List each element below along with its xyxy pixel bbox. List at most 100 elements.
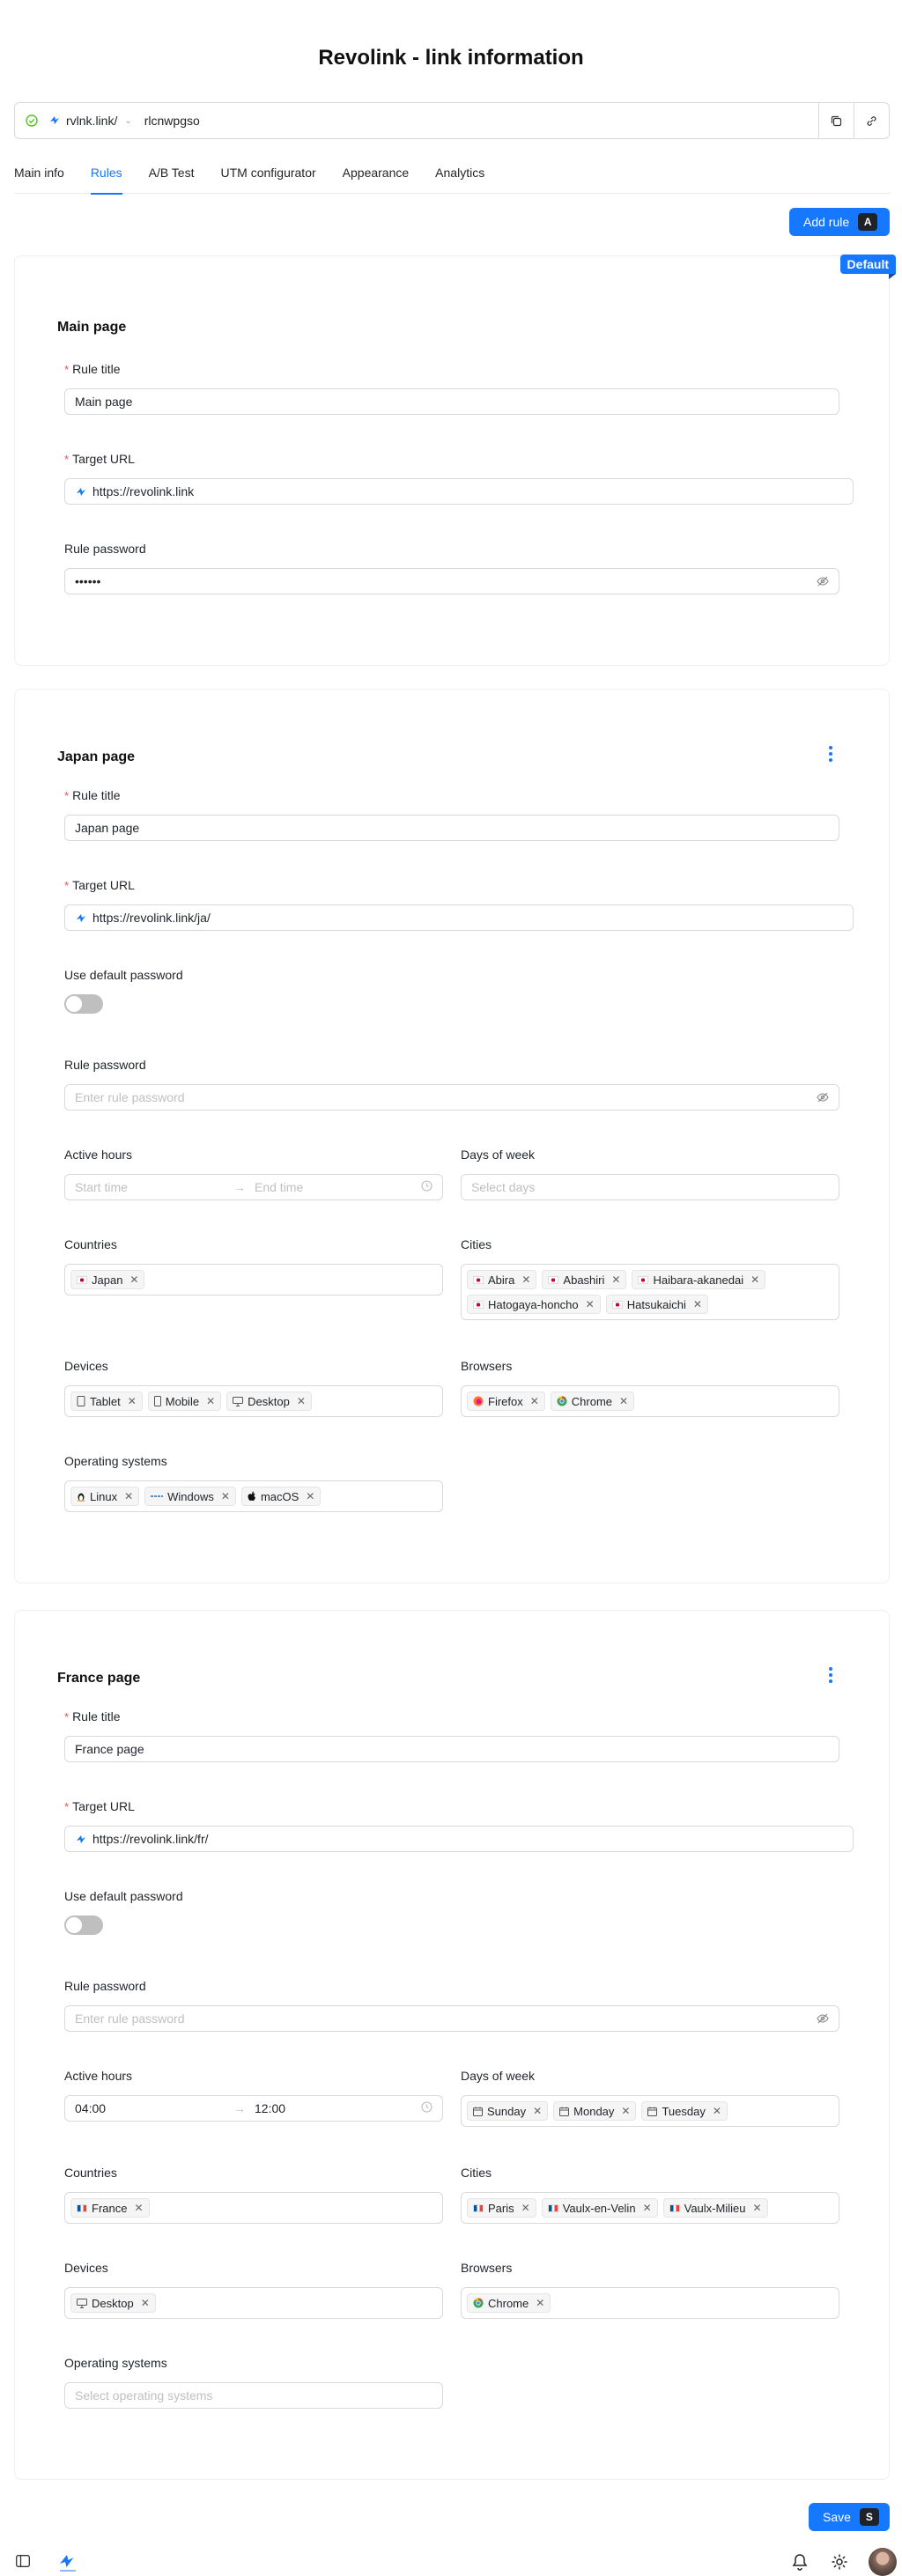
rule-password-input[interactable]: •••••• [64,568,839,594]
use-default-password-toggle[interactable] [64,1915,103,1935]
revolink-logo-icon [48,114,61,129]
domain-select[interactable]: rvlnk.link/ [48,114,124,129]
days-of-week-select[interactable]: Sunday ✕ Monday ✕ Tuesday ✕ [461,2095,839,2127]
close-icon[interactable]: ✕ [586,1298,595,1310]
password-placeholder: Enter rule password [75,1090,185,1104]
tag-label: Abira [488,1273,515,1287]
tag-label: Haibara-akanedai [653,1273,744,1287]
use-default-password-toggle[interactable] [64,994,103,1014]
rule-title-field: * Rule title Main page [64,362,839,415]
rule-title-input[interactable]: Main page [64,388,839,415]
active-hours-picker[interactable]: Start time → End time [64,1174,443,1200]
more-vertical-icon[interactable] [825,1667,836,1683]
rule-password-field: Rule password Enter rule password [64,1058,839,1111]
rule-password-label: Rule password [64,1058,146,1072]
city-tag: Haibara-akanedai ✕ [632,1270,766,1289]
windows-icon [151,1495,164,1497]
close-icon[interactable]: ✕ [521,1273,530,1286]
close-icon[interactable]: ✕ [530,1395,539,1407]
countries-select[interactable]: France ✕ [64,2192,443,2224]
calendar-icon [473,2107,483,2116]
gear-icon[interactable] [831,2553,848,2573]
close-icon[interactable]: ✕ [521,2202,530,2214]
rule-title-input[interactable]: France page [64,1736,839,1762]
rule-title-label: Rule title [72,1709,121,1723]
operating-systems-select[interactable]: Select operating systems [64,2382,443,2409]
close-icon[interactable]: ✕ [752,2202,761,2214]
close-icon[interactable]: ✕ [297,1395,306,1407]
eye-invisible-icon[interactable] [817,575,829,587]
close-icon[interactable]: ✕ [713,2105,721,2117]
sidebar-toggle-icon[interactable] [16,2555,30,2570]
close-icon[interactable]: ✕ [206,1395,215,1407]
eye-invisible-icon[interactable] [817,1091,829,1103]
rule-title-input[interactable]: Japan page [64,815,839,841]
tag-label: Chrome [571,1394,613,1408]
devices-select[interactable]: Tablet ✕ Mobile ✕ Desktop ✕ [64,1385,443,1417]
active-hours-label: Active hours [64,2069,133,2083]
avatar[interactable] [869,2548,897,2576]
add-rule-button[interactable]: Add rule A [789,208,890,236]
target-url-input[interactable]: https://revolink.link [64,478,854,505]
rule-password-input[interactable]: Enter rule password [64,2005,839,2032]
share-link-button[interactable] [854,103,889,138]
close-icon[interactable]: ✕ [134,2202,143,2214]
target-url-input[interactable]: https://revolink.link/fr/ [64,1826,854,1852]
devices-label: Devices [64,2261,108,2275]
close-icon[interactable]: ✕ [141,2297,150,2309]
save-button[interactable]: Save S [809,2503,890,2531]
calendar-icon [647,2107,658,2116]
operating-systems-select[interactable]: Linux ✕ Windows ✕ macOS ✕ [64,1480,443,1512]
browsers-select[interactable]: Chrome ✕ [461,2287,839,2319]
tab-analytics[interactable]: Analytics [435,164,484,194]
active-hours-picker[interactable]: 04:00 → 12:00 [64,2095,443,2122]
tab-appearance[interactable]: Appearance [343,164,410,194]
close-icon[interactable]: ✕ [221,1490,230,1502]
check-circle-icon [15,114,48,127]
close-icon[interactable]: ✕ [536,2297,544,2309]
days-of-week-select[interactable]: Select days [461,1174,839,1200]
revolink-logo-icon[interactable] [58,2551,78,2575]
tab-ab-test[interactable]: A/B Test [149,164,195,194]
countries-field: Countries Japan ✕ [64,1237,443,1295]
close-icon[interactable]: ✕ [693,1298,702,1310]
chrome-icon [557,1396,567,1406]
rule-password-label: Rule password [64,1979,146,1993]
rule-password-field: Rule password •••••• [64,542,839,594]
close-icon[interactable]: ✕ [129,1273,138,1286]
close-icon[interactable]: ✕ [619,1395,628,1407]
devices-label: Devices [64,1359,108,1373]
tab-rules[interactable]: Rules [90,164,122,195]
tab-main-info[interactable]: Main info [14,164,64,194]
close-icon[interactable]: ✕ [621,2105,630,2117]
chevron-down-icon[interactable]: ⌄ [124,116,131,126]
browsers-select[interactable]: Firefox ✕ Chrome ✕ [461,1385,839,1417]
eye-invisible-icon[interactable] [817,2012,829,2025]
close-icon[interactable]: ✕ [750,1273,759,1286]
countries-select[interactable]: Japan ✕ [64,1264,443,1295]
shortcut-badge: A [858,213,878,231]
cities-select[interactable]: Abira ✕ Abashiri ✕ Haibara-akanedai ✕ Hatog… [461,1264,839,1320]
close-icon[interactable]: ✕ [128,1395,137,1407]
cities-select[interactable]: Paris ✕ Vaulx-en-Velin ✕ Vaulx-Milieu ✕ [461,2192,839,2224]
target-url-field: * Target URL https://revolink.link/fr/ [64,1799,854,1852]
bell-icon[interactable] [791,2553,809,2573]
slug-input[interactable]: rlcnwpgso [144,114,818,128]
close-icon[interactable]: ✕ [611,1273,620,1286]
japan-flag-icon [548,1275,559,1284]
close-icon[interactable]: ✕ [533,2105,542,2117]
close-icon[interactable]: ✕ [306,1490,314,1502]
rule-password-input[interactable]: Enter rule password [64,1084,839,1111]
end-time-placeholder: End time [255,1180,304,1194]
copy-button[interactable] [818,103,854,138]
close-icon[interactable]: ✕ [124,1490,133,1502]
more-vertical-icon[interactable] [825,746,836,762]
city-tag: Vaulx-Milieu ✕ [662,2198,768,2218]
copy-icon [831,115,842,126]
tag-label: Chrome [488,2296,529,2310]
tab-utm-configurator[interactable]: UTM configurator [221,164,316,194]
devices-select[interactable]: Desktop ✕ [64,2287,443,2319]
target-url-input[interactable]: https://revolink.link/ja/ [64,904,854,931]
calendar-icon [559,2107,570,2116]
close-icon[interactable]: ✕ [643,2202,652,2214]
